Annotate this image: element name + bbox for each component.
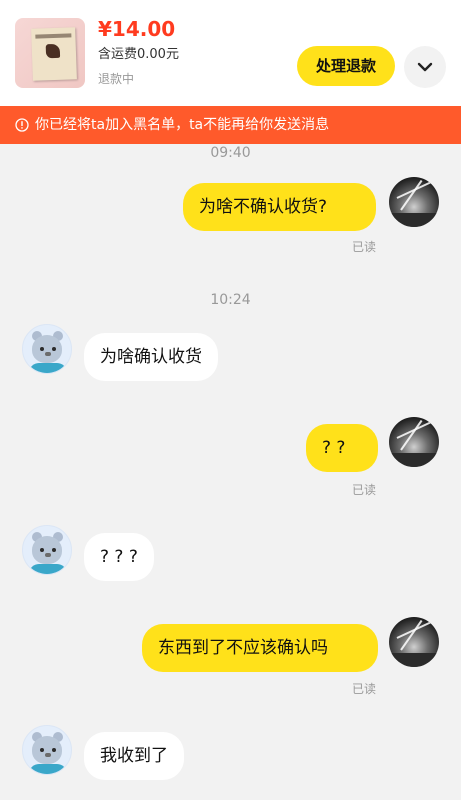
blacklist-notice-bar: 你已经将ta加入黑名单，ta不能再给你发送消息: [0, 106, 461, 144]
contact-message-bubble[interactable]: 我收到了: [84, 732, 184, 780]
order-card[interactable]: ¥14.00 含运费0.00元 退款中 处理退款: [0, 0, 461, 106]
message-timestamp: 09:40: [210, 145, 251, 161]
my-avatar[interactable]: [389, 177, 439, 227]
contact-message-bubble[interactable]: 为啥确认收货: [84, 333, 218, 381]
message-timestamp: 10:24: [210, 292, 251, 308]
read-receipt: 已读: [352, 682, 377, 696]
contact-avatar[interactable]: [22, 324, 72, 374]
warning-circle-icon: [15, 118, 29, 132]
chat-page: ¥14.00 含运费0.00元 退款中 处理退款 你已经将ta加入黑名单，ta不…: [0, 0, 461, 800]
book-cover-image: [31, 27, 77, 81]
my-avatar[interactable]: [389, 617, 439, 667]
blacklist-notice-text: 你已经将ta加入黑名单，ta不能再给你发送消息: [35, 117, 330, 133]
my-message-bubble[interactable]: 为啥不确认收货?: [183, 183, 376, 231]
read-receipt: 已读: [352, 240, 377, 254]
expand-order-button[interactable]: [404, 46, 446, 88]
read-receipt: 已读: [352, 483, 377, 497]
shipping-fee: 含运费0.00元: [98, 47, 179, 62]
order-price: ¥14.00: [98, 17, 176, 41]
chevron-down-icon: [417, 62, 433, 72]
my-avatar[interactable]: [389, 417, 439, 467]
product-thumbnail[interactable]: [15, 18, 85, 88]
contact-message-bubble[interactable]: ? ? ?: [84, 533, 154, 581]
refund-status: 退款中: [98, 72, 135, 86]
my-message-bubble[interactable]: ? ?: [306, 424, 378, 472]
handle-refund-button[interactable]: 处理退款: [297, 46, 395, 86]
contact-avatar[interactable]: [22, 525, 72, 575]
my-message-bubble[interactable]: 东西到了不应该确认吗: [142, 624, 378, 672]
contact-avatar[interactable]: [22, 725, 72, 775]
